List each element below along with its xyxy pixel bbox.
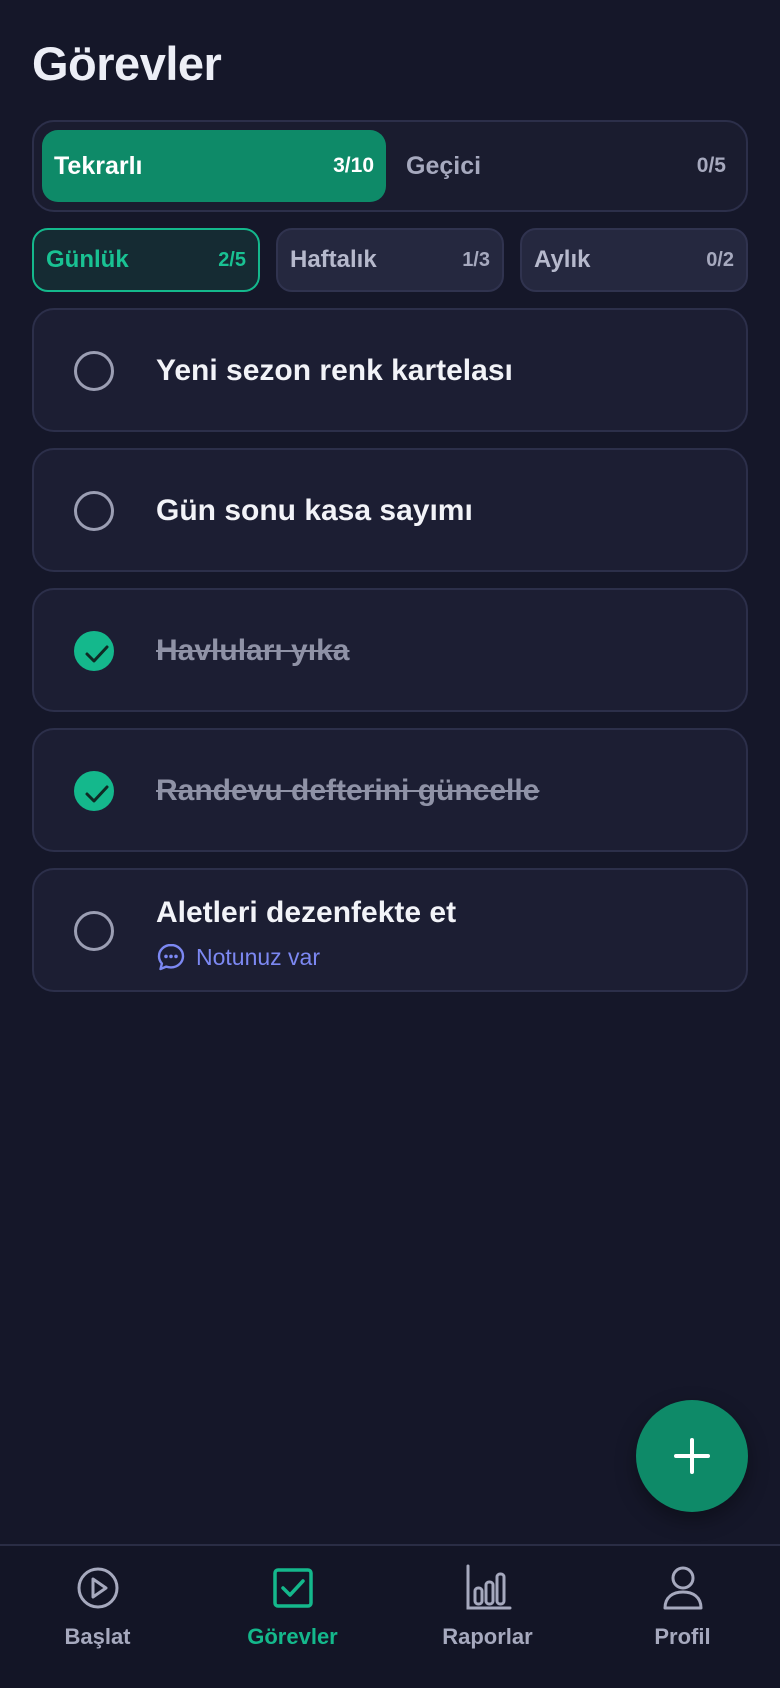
- bar-chart-icon: [466, 1564, 511, 1610]
- tab-label: Haftalık: [290, 246, 377, 273]
- task-note-indicator[interactable]: Notunuz var: [156, 942, 320, 972]
- checkbox-icon: [272, 1568, 313, 1608]
- segment-count: 0/5: [696, 154, 726, 177]
- task-checkbox-checked[interactable]: [74, 771, 114, 811]
- task-item[interactable]: Aletleri dezenfekte et Notunuz var: [32, 868, 748, 992]
- user-icon: [663, 1566, 702, 1610]
- task-title: Yeni sezon renk kartelası: [156, 354, 513, 387]
- page-title: Görevler: [32, 37, 222, 90]
- tab-monthly[interactable]: Aylık 0/2: [520, 228, 748, 292]
- nav-item-tasks[interactable]: Görevler: [195, 1562, 390, 1672]
- task-item[interactable]: Havluları yıka: [32, 588, 748, 712]
- bottom-navigation: Başlat Görevler Raporlar Profil: [0, 1544, 780, 1688]
- segment-recurring[interactable]: Tekrarlı 3/10: [42, 130, 386, 202]
- checkmark-icon: [85, 785, 109, 803]
- nav-label: Başlat: [64, 1624, 131, 1649]
- chat-bubble-icon: [157, 943, 185, 971]
- segment-count: 3/10: [333, 154, 374, 177]
- task-title: Aletleri dezenfekte et: [156, 896, 457, 929]
- tab-weekly[interactable]: Haftalık 1/3: [276, 228, 504, 292]
- task-item[interactable]: Yeni sezon renk kartelası: [32, 308, 748, 432]
- tasks-screen: Görevler Tekrarlı 3/10 Geçici 0/5 Günlük…: [0, 0, 780, 1688]
- task-checkbox-checked[interactable]: [74, 631, 114, 671]
- task-checkbox[interactable]: [74, 351, 114, 391]
- plus-icon: [674, 1438, 710, 1474]
- nav-label: Raporlar: [442, 1624, 533, 1649]
- add-task-button[interactable]: [636, 1400, 748, 1512]
- task-checkbox[interactable]: [74, 911, 114, 951]
- tab-count: 2/5: [218, 248, 246, 271]
- tab-label: Günlük: [46, 246, 129, 273]
- segment-label: Geçici: [406, 151, 482, 180]
- tab-count: 1/3: [462, 248, 490, 271]
- segment-temporary[interactable]: Geçici 0/5: [394, 130, 738, 202]
- nav-item-start[interactable]: Başlat: [0, 1562, 195, 1672]
- note-label: Notunuz var: [196, 943, 321, 970]
- segment-label: Tekrarlı: [54, 151, 143, 180]
- tab-count: 0/2: [706, 248, 734, 271]
- tab-daily[interactable]: Günlük 2/5: [32, 228, 260, 292]
- play-circle-icon: [77, 1567, 118, 1609]
- task-title: Gün sonu kasa sayımı: [156, 494, 473, 527]
- task-title: Randevu defterini güncelle: [156, 774, 540, 807]
- task-type-segmented-control: Tekrarlı 3/10 Geçici 0/5: [32, 120, 748, 212]
- tab-label: Aylık: [534, 246, 591, 273]
- task-item[interactable]: Gün sonu kasa sayımı: [32, 448, 748, 572]
- task-title: Havluları yıka: [156, 634, 350, 667]
- nav-item-profile[interactable]: Profil: [585, 1562, 780, 1672]
- task-item[interactable]: Randevu defterini güncelle: [32, 728, 748, 852]
- nav-label: Görevler: [247, 1624, 338, 1649]
- nav-label: Profil: [654, 1624, 711, 1649]
- nav-item-reports[interactable]: Raporlar: [390, 1562, 585, 1672]
- task-checkbox[interactable]: [74, 491, 114, 531]
- checkmark-icon: [85, 645, 109, 663]
